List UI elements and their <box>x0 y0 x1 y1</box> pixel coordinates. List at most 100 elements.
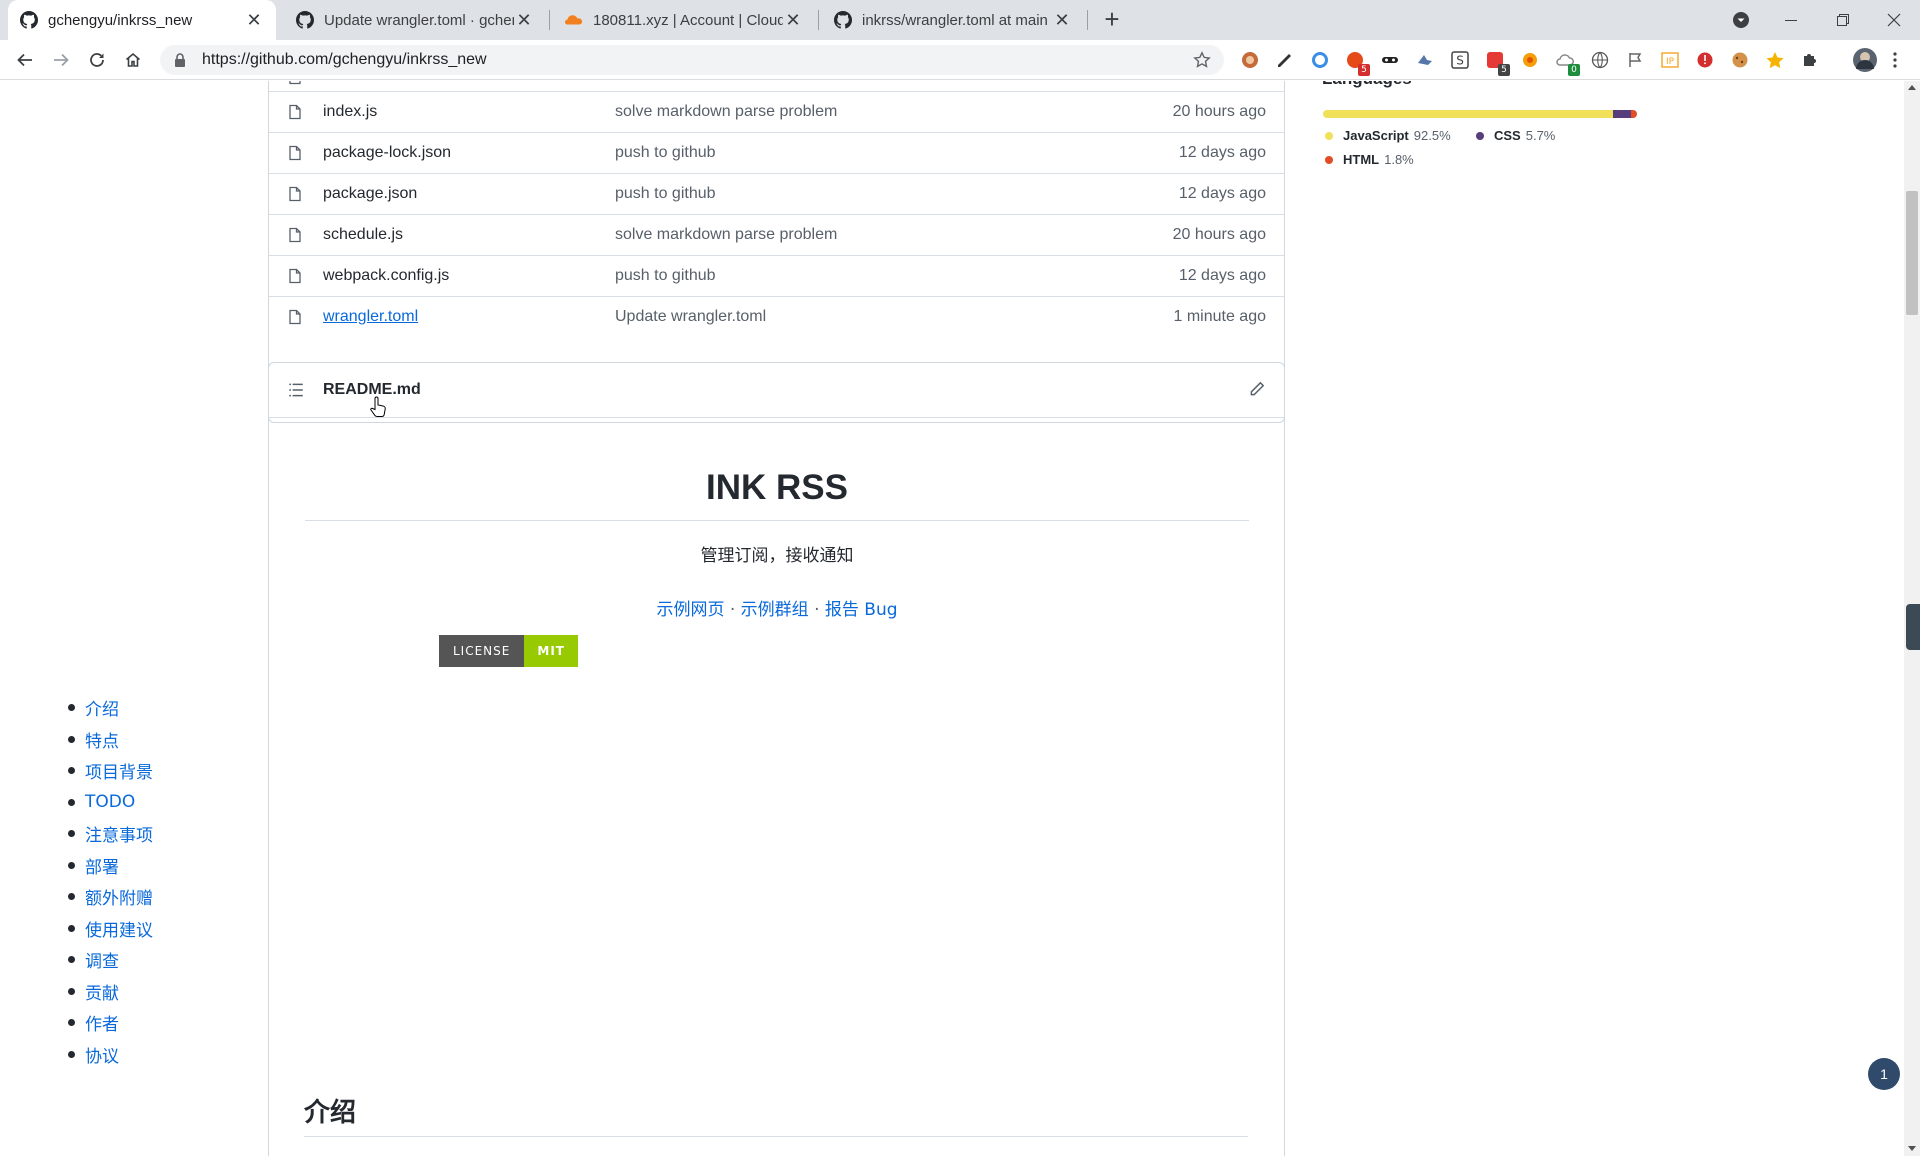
scroll-up-arrow-icon[interactable] <box>1908 85 1916 90</box>
bookmark-star-icon[interactable] <box>1190 48 1214 72</box>
extension-brave-icon[interactable] <box>1240 50 1260 70</box>
tab-wrangler-at-main[interactable]: inkrss/wrangler.toml at main · ✕ <box>822 0 1084 40</box>
extension-alert-icon[interactable] <box>1695 50 1715 70</box>
toc-link[interactable]: 贡献 <box>85 979 119 1004</box>
table-row[interactable]: webpack.config.js push to github 12 days… <box>269 255 1284 296</box>
forward-arrow-icon[interactable] <box>47 46 75 74</box>
pencil-icon[interactable] <box>1248 380 1266 398</box>
window-close-icon[interactable] <box>1880 6 1908 34</box>
language-css[interactable]: CSS 5.7% <box>1476 128 1555 143</box>
commit-message[interactable]: push to github <box>615 267 716 285</box>
extension-ip-icon[interactable]: IP <box>1660 50 1680 70</box>
extension-flag-icon[interactable] <box>1625 50 1645 70</box>
extension-cookie-icon[interactable] <box>1730 50 1750 70</box>
file-icon <box>289 186 301 202</box>
commit-message[interactable]: Update wrangler.toml <box>615 308 766 326</box>
toc-link[interactable]: 介绍 <box>85 695 119 720</box>
tab-search-icon[interactable] <box>1727 6 1755 34</box>
toc-link[interactable]: 注意事项 <box>85 821 153 846</box>
tab-inkrss-new[interactable]: gchengyu/inkrss_new ✕ <box>8 0 276 40</box>
report-bug-link[interactable]: 报告 Bug <box>825 600 898 620</box>
back-arrow-icon[interactable] <box>11 46 39 74</box>
home-icon[interactable] <box>119 46 147 74</box>
table-row[interactable]: package-lock.json push to github 12 days… <box>269 132 1284 173</box>
demo-page-link[interactable]: 示例网页 <box>656 600 724 620</box>
scroll-down-arrow-icon[interactable] <box>1908 1146 1916 1151</box>
toc-link[interactable]: 调查 <box>85 947 119 972</box>
restore-icon[interactable] <box>1829 6 1857 34</box>
kebab-menu-icon[interactable] <box>1885 50 1905 70</box>
extension-badge: 5 <box>1358 64 1370 76</box>
toc-link[interactable]: TODO <box>85 792 135 812</box>
toc-link[interactable]: 部署 <box>85 853 119 878</box>
close-icon[interactable]: ✕ <box>783 10 803 30</box>
commit-message[interactable]: push to github <box>615 185 716 203</box>
tab-cloudflare-account[interactable]: 180811.xyz | Account | Cloudfl ✕ <box>553 0 815 40</box>
scrollbar-thumb[interactable] <box>1906 191 1918 315</box>
close-icon[interactable]: ✕ <box>1052 10 1072 30</box>
divider <box>304 1136 1248 1137</box>
commit-message[interactable]: solve markdown parse problem <box>615 226 837 244</box>
table-row[interactable]: package.json push to github 12 days ago <box>269 173 1284 214</box>
language-color-dot <box>1476 131 1484 140</box>
language-javascript[interactable]: JavaScript 92.5% <box>1325 128 1451 143</box>
readme-title: INK RSS <box>706 468 848 507</box>
toc-link[interactable]: 协议 <box>85 1042 119 1067</box>
file-name[interactable]: index.js <box>323 103 377 121</box>
new-tab-button[interactable]: + <box>1098 6 1126 34</box>
notification-bubble[interactable]: 1 <box>1868 1058 1900 1090</box>
address-bar[interactable]: https://github.com/gchengyu/inkrss_new <box>160 45 1224 75</box>
language-name: HTML <box>1343 152 1380 167</box>
extension-s-icon[interactable]: S <box>1450 50 1470 70</box>
extension-orange-icon[interactable] <box>1520 50 1540 70</box>
list-item: 部署 <box>68 850 153 882</box>
extension-star-icon[interactable] <box>1765 50 1785 70</box>
languages-bar <box>1323 110 1637 118</box>
extension-cloud-icon[interactable]: 0 <box>1555 50 1580 76</box>
extension-red-shield-icon[interactable]: 5 <box>1345 50 1370 76</box>
extensions-puzzle-icon[interactable] <box>1800 50 1820 70</box>
license-badge[interactable]: LICENSE MIT <box>439 635 578 667</box>
toc-link[interactable]: 使用建议 <box>85 916 153 941</box>
svg-text:S: S <box>1456 54 1464 68</box>
close-icon[interactable]: ✕ <box>244 10 264 30</box>
file-name[interactable]: webpack.config.js <box>323 267 449 285</box>
bullet <box>68 1050 75 1058</box>
side-panel-handle[interactable] <box>1906 604 1920 650</box>
reload-icon[interactable] <box>83 46 111 74</box>
tab-title: gchengyu/inkrss_new <box>48 11 193 29</box>
list-unordered-icon[interactable] <box>287 381 305 399</box>
table-row[interactable]: index.js solve markdown parse problem 20… <box>269 91 1284 132</box>
language-percent: 1.8% <box>1384 152 1414 167</box>
github-icon <box>834 11 852 29</box>
section-heading: 介绍 <box>304 1098 357 1128</box>
browser-tab-bar: gchengyu/inkrss_new ✕ Update wrangler.to… <box>0 0 1920 40</box>
link-separator: · <box>729 600 736 620</box>
commit-message[interactable]: push to github <box>615 144 716 162</box>
extension-bird-icon[interactable] <box>1415 50 1435 70</box>
bullet <box>68 893 75 901</box>
demo-group-link[interactable]: 示例群组 <box>741 600 809 620</box>
file-name[interactable]: schedule.js <box>323 226 403 244</box>
toc-link[interactable]: 作者 <box>85 1010 119 1035</box>
extension-globe-icon[interactable] <box>1590 50 1610 70</box>
close-icon[interactable]: ✕ <box>514 10 534 30</box>
tab-update-wrangler[interactable]: Update wrangler.toml · gcheng ✕ <box>284 0 546 40</box>
extension-ring-icon[interactable] <box>1310 50 1330 70</box>
file-name[interactable]: package-lock.json <box>323 144 451 162</box>
toc-link[interactable]: 项目背景 <box>85 758 153 783</box>
minimize-icon[interactable] <box>1777 6 1805 34</box>
table-row[interactable]: schedule.js solve markdown parse problem… <box>269 214 1284 255</box>
avatar[interactable] <box>1852 47 1878 73</box>
table-row[interactable]: wrangler.toml Update wrangler.toml 1 min… <box>269 296 1284 337</box>
file-name[interactable]: package.json <box>323 185 417 203</box>
language-html[interactable]: HTML 1.8% <box>1325 152 1414 167</box>
language-bar-segment <box>1613 110 1632 118</box>
extension-pen-icon[interactable] <box>1275 50 1295 70</box>
toc-link[interactable]: 额外附赠 <box>85 884 153 909</box>
file-name[interactable]: wrangler.toml <box>323 308 418 326</box>
extension-mask-icon[interactable] <box>1380 50 1400 70</box>
commit-message[interactable]: solve markdown parse problem <box>615 103 837 121</box>
extension-red-box-icon[interactable]: 5 <box>1485 50 1510 76</box>
toc-link[interactable]: 特点 <box>85 727 119 752</box>
